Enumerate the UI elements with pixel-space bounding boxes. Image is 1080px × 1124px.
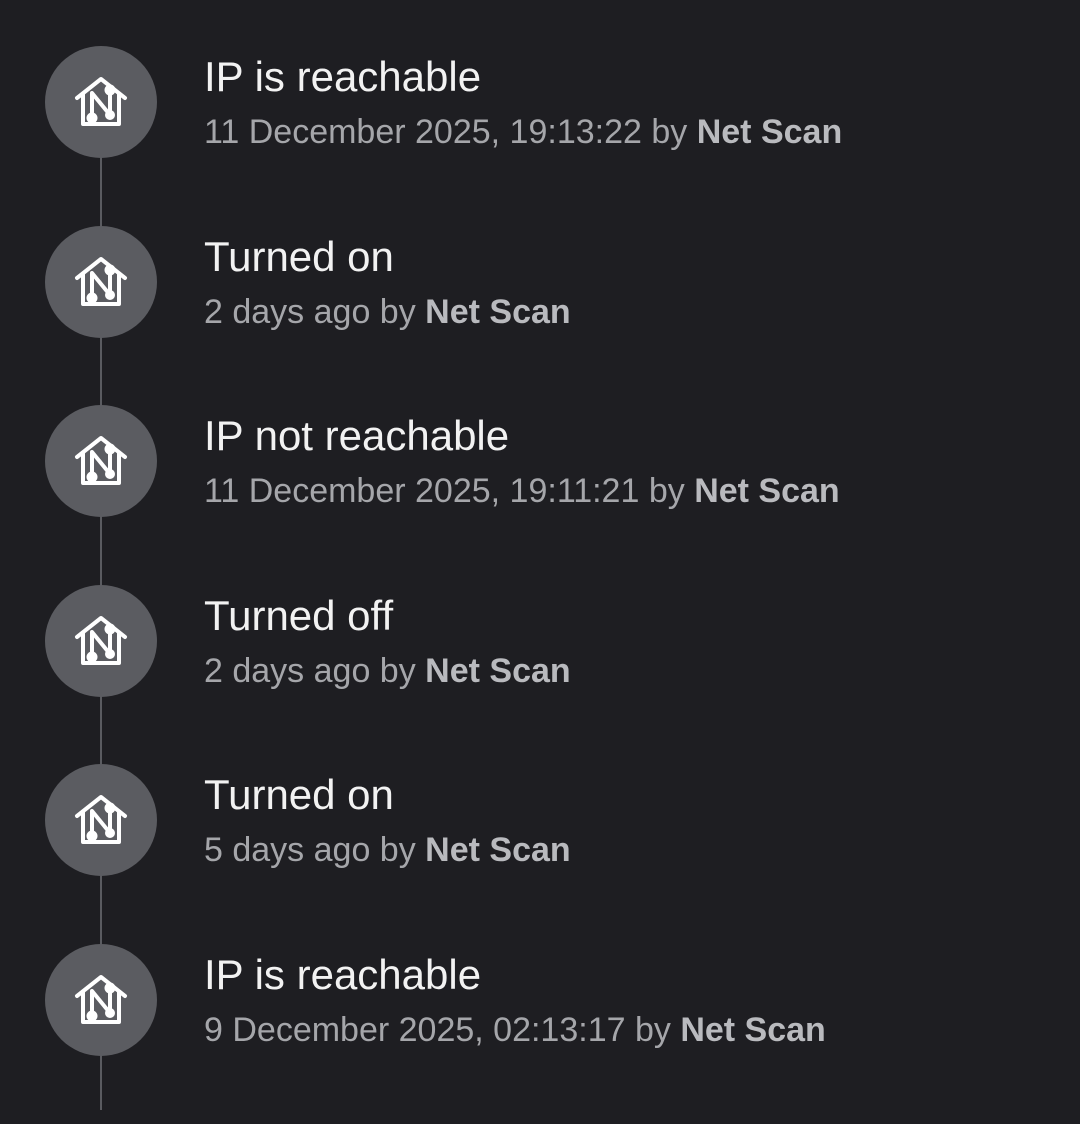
entry-author[interactable]: Net Scan (697, 113, 843, 151)
net-scan-house-icon (45, 46, 157, 158)
entry-title: Turned off (204, 592, 394, 639)
entry-title: Turned on (204, 233, 394, 280)
entry-by: by (625, 1011, 681, 1049)
logbook-entry[interactable]: IP not reachable 11 December 2025, 19:11… (0, 405, 1080, 585)
logbook-entry[interactable]: IP is reachable 9 December 2025, 02:13:1… (0, 944, 1080, 1124)
logbook-timeline: IP is reachable 11 December 2025, 19:13:… (0, 0, 1080, 1110)
net-scan-house-icon (45, 585, 157, 697)
entry-author[interactable]: Net Scan (694, 472, 840, 510)
entry-time: 9 December 2025, 02:13:17 (204, 1011, 626, 1049)
logbook-entry[interactable]: Turned on 5 days ago by Net Scan (0, 764, 1080, 944)
net-scan-house-icon (45, 944, 157, 1056)
entry-author[interactable]: Net Scan (680, 1011, 826, 1049)
entry-by: by (641, 113, 697, 151)
entry-meta: 11 December 2025, 19:11:21 by Net Scan (204, 471, 840, 511)
entry-by: by (370, 831, 426, 869)
entry-author[interactable]: Net Scan (425, 293, 571, 331)
net-scan-house-icon (45, 405, 157, 517)
entry-meta: 2 days ago by Net Scan (204, 292, 571, 332)
logbook-entry[interactable]: Turned on 2 days ago by Net Scan (0, 226, 1080, 406)
net-scan-house-icon (45, 764, 157, 876)
net-scan-house-icon (45, 226, 157, 338)
entry-time: 2 days ago (204, 652, 371, 690)
entry-meta: 9 December 2025, 02:13:17 by Net Scan (204, 1010, 826, 1050)
entry-by: by (639, 472, 695, 510)
entry-author[interactable]: Net Scan (425, 652, 571, 690)
entry-title: IP is reachable (204, 53, 482, 100)
logbook-entry[interactable]: IP is reachable 11 December 2025, 19:13:… (0, 46, 1080, 226)
entry-by: by (370, 652, 426, 690)
entry-time: 5 days ago (204, 831, 371, 869)
entry-meta: 5 days ago by Net Scan (204, 830, 571, 870)
entry-meta: 11 December 2025, 19:13:22 by Net Scan (204, 112, 842, 152)
entry-by: by (370, 293, 426, 331)
entry-title: IP is reachable (204, 951, 482, 998)
entry-author[interactable]: Net Scan (425, 831, 571, 869)
entry-title: IP not reachable (204, 412, 510, 459)
entry-title: Turned on (204, 771, 394, 818)
entry-time: 2 days ago (204, 293, 371, 331)
logbook-entry[interactable]: Turned off 2 days ago by Net Scan (0, 585, 1080, 765)
entry-time: 11 December 2025, 19:11:21 (204, 472, 640, 510)
entry-meta: 2 days ago by Net Scan (204, 651, 571, 691)
entry-time: 11 December 2025, 19:13:22 (204, 113, 642, 151)
